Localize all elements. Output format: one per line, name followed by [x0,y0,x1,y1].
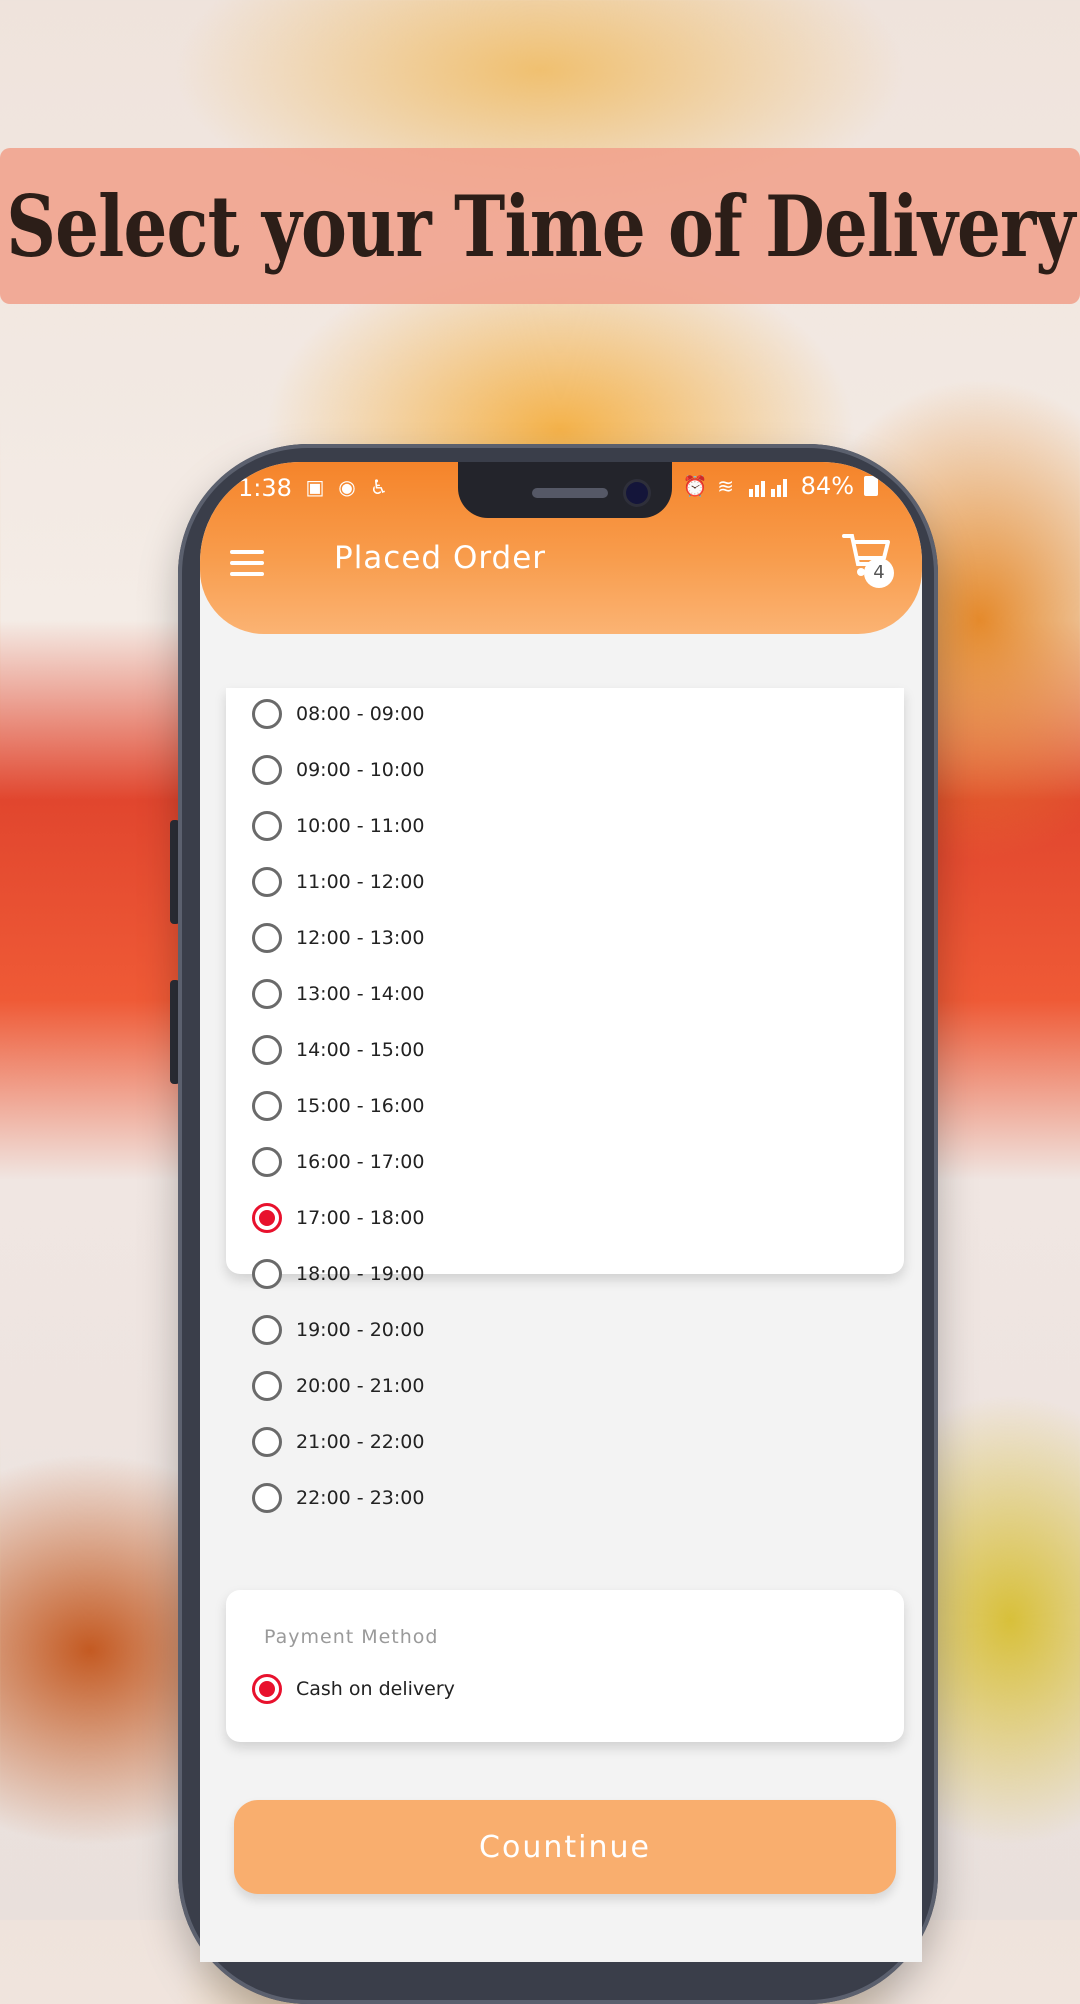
time-slot-label: 18:00 - 19:00 [296,1263,425,1285]
status-time: 1:38 [238,474,292,502]
battery-percent: 84% [800,472,854,500]
time-slot-label: 19:00 - 20:00 [296,1319,425,1341]
time-slot-label: 16:00 - 17:00 [296,1151,425,1173]
time-slot-label: 10:00 - 11:00 [296,815,425,837]
radio-button[interactable] [252,1203,282,1233]
radio-button[interactable] [252,1427,282,1457]
front-camera [626,482,648,504]
battery-icon [864,476,878,496]
time-slot-label: 22:00 - 23:00 [296,1487,425,1509]
time-slot-option[interactable]: 18:00 - 19:00 [252,1254,424,1294]
radio-button[interactable] [252,1035,282,1065]
time-slot-label: 15:00 - 16:00 [296,1095,425,1117]
banner: Select your Time of Delivery [0,148,1080,304]
menu-icon[interactable] [230,550,264,576]
app-bar: 1:38 ▣ ◉ ♿ ⏰ ≋ 84% Placed Order 4 [200,462,922,634]
message-icon: ◉ [338,475,356,499]
radio-button[interactable] [252,979,282,1009]
time-slot-option[interactable]: 22:00 - 23:00 [252,1478,424,1518]
time-slot-option[interactable]: 11:00 - 12:00 [252,862,424,902]
time-slot-label: 11:00 - 12:00 [296,871,425,893]
speaker [532,488,608,498]
time-slot-option[interactable]: 09:00 - 10:00 [252,750,424,790]
time-slot-option[interactable]: 13:00 - 14:00 [252,974,424,1014]
status-right: ⏰ ≋ 84% [683,472,878,500]
time-slot-label: 14:00 - 15:00 [296,1039,425,1061]
banner-title: Select your Time of Delivery [5,176,1075,276]
status-icons: ▣ ◉ ♿ [304,476,390,498]
radio-button[interactable] [252,1091,282,1121]
radio-button[interactable] [252,1147,282,1177]
time-slot-label: 09:00 - 10:00 [296,759,425,781]
alarm-icon: ⏰ [682,474,708,498]
time-slot-option[interactable]: 21:00 - 22:00 [252,1422,424,1462]
time-slot-label: 13:00 - 14:00 [296,983,425,1005]
camera-notch [458,462,672,518]
time-slot-option[interactable]: 08:00 - 09:00 [252,694,424,734]
time-slot-option[interactable]: 20:00 - 21:00 [252,1366,424,1406]
radio-button[interactable] [252,699,282,729]
image-icon: ▣ [305,475,325,499]
radio-button[interactable] [252,1259,282,1289]
time-slot-option[interactable]: 16:00 - 17:00 [252,1142,424,1182]
signal-icon [748,479,787,497]
wifi-icon: ≋ [717,474,735,498]
radio-button[interactable] [252,1371,282,1401]
time-slot-option[interactable]: 12:00 - 13:00 [252,918,424,958]
radio-button[interactable] [252,811,282,841]
payment-option-label: Cash on delivery [296,1678,455,1700]
payment-option-cash[interactable]: Cash on delivery [252,1674,455,1704]
accessibility-icon: ♿ [370,475,388,499]
payment-card: Payment Method Cash on delivery [226,1590,904,1742]
radio-button[interactable] [252,923,282,953]
time-slot-label: 17:00 - 18:00 [296,1207,425,1229]
time-slot-option[interactable]: 10:00 - 11:00 [252,806,424,846]
phone-screen: 1:38 ▣ ◉ ♿ ⏰ ≋ 84% Placed Order 4 08:00 … [200,462,922,1962]
time-slot-label: 12:00 - 13:00 [296,927,425,949]
radio-button[interactable] [252,1483,282,1513]
payment-title: Payment Method [264,1626,439,1648]
time-slot-option[interactable]: 19:00 - 20:00 [252,1310,424,1350]
time-slot-option[interactable]: 15:00 - 16:00 [252,1086,424,1126]
time-slot-label: 21:00 - 22:00 [296,1431,425,1453]
page-title: Placed Order [334,540,547,576]
radio-button[interactable] [252,1315,282,1345]
time-slot-card: 08:00 - 09:00 09:00 - 10:00 10:00 - 11:00 1… [226,688,904,1513]
cart-badge: 4 [864,558,894,588]
radio-button[interactable] [252,755,282,785]
radio-button[interactable] [252,867,282,897]
time-slot-option[interactable]: 14:00 - 15:00 [252,1030,424,1070]
time-slot-option[interactable]: 17:00 - 18:00 [252,1198,424,1238]
time-slot-label: 08:00 - 09:00 [296,703,425,725]
continue-button[interactable]: Countinue [234,1800,896,1894]
time-slot-label: 20:00 - 21:00 [296,1375,425,1397]
radio-button[interactable] [252,1674,282,1704]
